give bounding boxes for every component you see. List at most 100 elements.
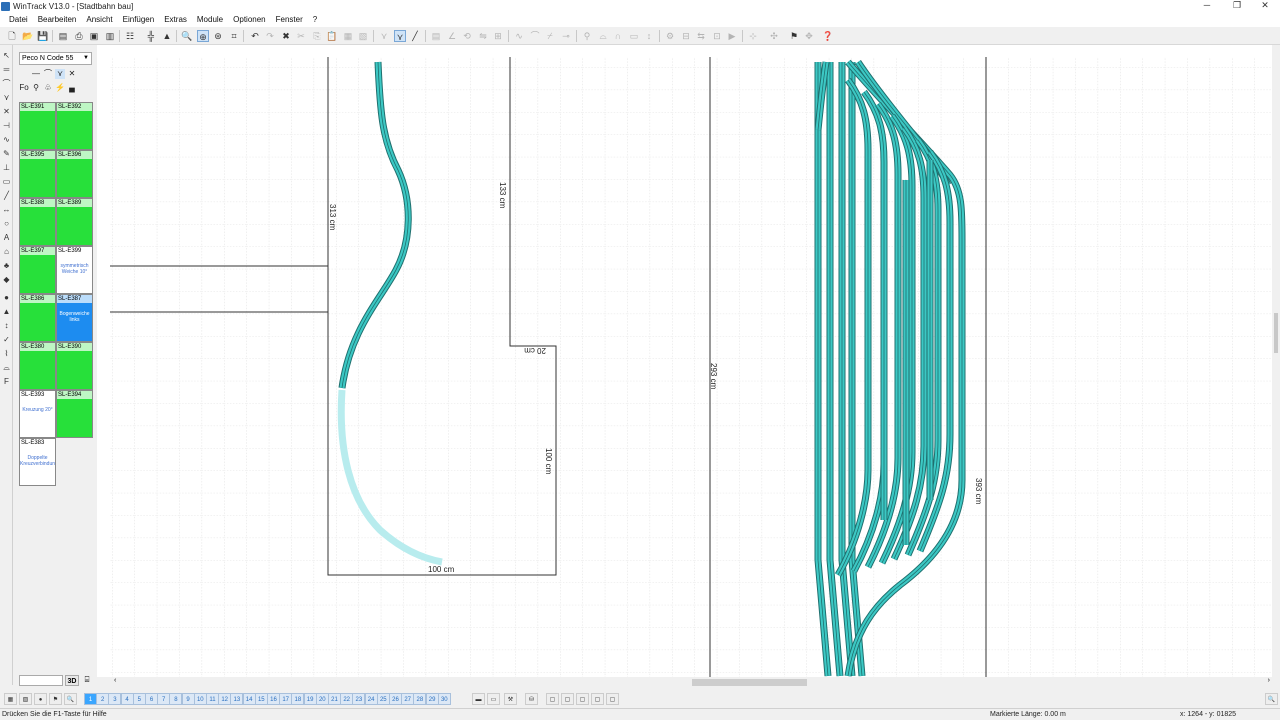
horizontal-scroll-thumb[interactable] — [692, 679, 807, 686]
layer-button-10[interactable]: 10 — [193, 693, 207, 705]
layer-button-9[interactable]: 9 — [181, 693, 195, 705]
filter-curve-icon[interactable]: ⌒ — [43, 69, 53, 79]
horizontal-scrollbar[interactable]: ‹ › — [112, 677, 1272, 688]
tool-dim-icon[interactable]: ↔ — [1, 205, 12, 215]
scroll-left-icon[interactable]: ‹ — [114, 677, 116, 684]
menu-optionen[interactable]: Optionen — [228, 15, 270, 24]
layer-button-29[interactable]: 29 — [425, 693, 439, 705]
layer-button-23[interactable]: 23 — [352, 693, 366, 705]
tool-curve-icon[interactable]: ⌒ — [1, 79, 12, 89]
route-icon[interactable]: ⇆ — [695, 30, 707, 42]
track-plan-drawing[interactable]: 313 cm 133 cm 20 cm 100 cm 100 cm 293 cm… — [97, 45, 1272, 677]
filter-building-icon[interactable]: ▄ — [67, 83, 77, 93]
filter-switch-icon[interactable]: ⋎ — [55, 69, 65, 79]
layer-button-18[interactable]: 18 — [291, 693, 305, 705]
close-icon[interactable]: ✕ — [1250, 0, 1280, 12]
save-icon[interactable]: 💾 — [37, 30, 49, 42]
track-tile-sl-e389[interactable]: SL-E389 — [56, 198, 93, 246]
layer-button-17[interactable]: 17 — [279, 693, 293, 705]
signal-icon[interactable]: ⚲ — [581, 30, 593, 42]
crane-icon[interactable]: ⚑ — [788, 30, 800, 42]
filter-fo-icon[interactable]: Fo — [19, 83, 29, 93]
flex-track-icon[interactable]: ∿ — [513, 30, 525, 42]
delete-icon[interactable]: ✖ — [280, 30, 292, 42]
tool-f-icon[interactable]: F — [1, 377, 12, 387]
layer-wrench-icon[interactable]: ⚒ — [504, 693, 517, 705]
library-icon[interactable]: ☷ — [124, 30, 136, 42]
filter-cross-icon[interactable]: ✕ — [67, 69, 77, 79]
menu-module[interactable]: Module — [192, 15, 228, 24]
bridge-icon[interactable]: ⌓ — [597, 30, 609, 42]
landscape-icon[interactable]: ▲ — [161, 30, 173, 42]
track-tile-sl-e383[interactable]: SL-E383 Doppelte Kreuzverbindung — [19, 438, 56, 486]
arrange-icon[interactable]: ⊞ — [492, 30, 504, 42]
menu-bearbeiten[interactable]: Bearbeiten — [33, 15, 82, 24]
layer-button-22[interactable]: 22 — [340, 693, 354, 705]
tool-wire-icon[interactable]: ⌇ — [1, 349, 12, 359]
layer-save-icon[interactable]: ⛁ — [525, 693, 538, 705]
track-tile-sl-e380[interactable]: SL-E380 — [19, 342, 56, 390]
new-file-icon[interactable]: 🗋 — [6, 30, 18, 42]
menu-extras[interactable]: Extras — [159, 15, 192, 24]
group-icon[interactable]: ▦ — [342, 30, 354, 42]
layer-tool-icon[interactable]: ▦ — [4, 693, 17, 705]
tool-track-icon[interactable]: ═ — [1, 65, 12, 75]
layer-button-7[interactable]: 7 — [157, 693, 171, 705]
tool-signal-icon[interactable]: ● — [1, 293, 12, 303]
minimize-icon[interactable]: ─ — [1192, 0, 1222, 12]
track-tile-sl-e397[interactable]: SL-E397 — [19, 246, 56, 294]
track-tile-sl-e387[interactable]: SL-E387 Bogenweiche links — [56, 294, 93, 342]
layer-button-25[interactable]: 25 — [376, 693, 390, 705]
scroll-right-icon[interactable]: › — [1268, 677, 1270, 684]
tool-a-icon[interactable]: ⊹ — [747, 30, 759, 42]
layer-button-30[interactable]: 30 — [437, 693, 451, 705]
filter-signal-icon[interactable]: ⚲ — [31, 83, 41, 93]
layer-color-icon[interactable]: ● — [34, 693, 47, 705]
print-icon[interactable]: ⎙ — [73, 30, 85, 42]
layer-button-13[interactable]: 13 — [230, 693, 244, 705]
tool-pointer-icon[interactable]: ↖ — [1, 51, 12, 61]
tool-fill-icon[interactable]: ◆ — [1, 275, 12, 285]
tool-rect-icon[interactable]: ▭ — [1, 177, 12, 187]
layer-button-16[interactable]: 16 — [267, 693, 280, 705]
measure-icon[interactable]: ∠ — [446, 30, 458, 42]
layer-view-icon[interactable]: ▧ — [19, 693, 32, 705]
zoom-in-icon[interactable]: ⊛ — [212, 30, 224, 42]
tool-pen-icon[interactable]: ✎ — [1, 149, 12, 159]
join-icon[interactable]: ⊸ — [560, 30, 572, 42]
tool-cross-icon[interactable]: ✕ — [1, 107, 12, 117]
train-icon[interactable]: ⊡ — [711, 30, 723, 42]
layer-button-5[interactable]: 5 — [132, 693, 146, 705]
tool-house-icon[interactable]: ⌂ — [1, 247, 12, 257]
tool-flex-icon[interactable]: ∿ — [1, 135, 12, 145]
filter-lamp-icon[interactable]: ♧ — [43, 83, 53, 93]
layer-wagon-icon[interactable]: ▭ — [487, 693, 500, 705]
layer-button-26[interactable]: 26 — [389, 693, 402, 705]
select-track-icon[interactable]: ⋎ — [394, 30, 406, 42]
layer-button-15[interactable]: 15 — [254, 693, 268, 705]
height-icon[interactable]: ↕ — [643, 30, 655, 42]
track-tile-sl-e393[interactable]: SL-E393 Kreuzung 20° — [19, 390, 56, 438]
tool-landscape-icon[interactable]: ▲ — [1, 307, 12, 317]
layer-button-24[interactable]: 24 — [364, 693, 378, 705]
tool-b-icon[interactable]: ✣ — [768, 30, 780, 42]
menu-help[interactable]: ? — [308, 15, 322, 24]
layer-button-2[interactable]: 2 — [96, 693, 110, 705]
tool-line-icon[interactable]: ╱ — [1, 191, 12, 201]
draw-line-icon[interactable]: ╱ — [409, 30, 421, 42]
restore-icon[interactable]: ❐ — [1222, 0, 1252, 12]
layer-extra-2-icon[interactable]: ▢ — [561, 693, 574, 705]
layer-button-27[interactable]: 27 — [401, 693, 415, 705]
layer-zoom-icon[interactable]: 🔍 — [1265, 693, 1278, 705]
tool-bridge-icon[interactable]: ⌓ — [1, 363, 12, 373]
settings-icon[interactable]: ⌸ — [82, 675, 92, 686]
layer-button-12[interactable]: 12 — [218, 693, 232, 705]
paste-icon[interactable]: 📋 — [326, 30, 338, 42]
menu-ansicht[interactable]: Ansicht — [81, 15, 117, 24]
open-folder-icon[interactable]: 📂 — [22, 30, 34, 42]
layer-train-icon[interactable]: ▬ — [472, 693, 485, 705]
vertical-scroll-thumb[interactable] — [1274, 313, 1278, 353]
layer-extra-4-icon[interactable]: ▢ — [591, 693, 604, 705]
layer-extra-5-icon[interactable]: ▢ — [606, 693, 619, 705]
track-tile-sl-e394[interactable]: SL-E394 — [56, 390, 93, 438]
